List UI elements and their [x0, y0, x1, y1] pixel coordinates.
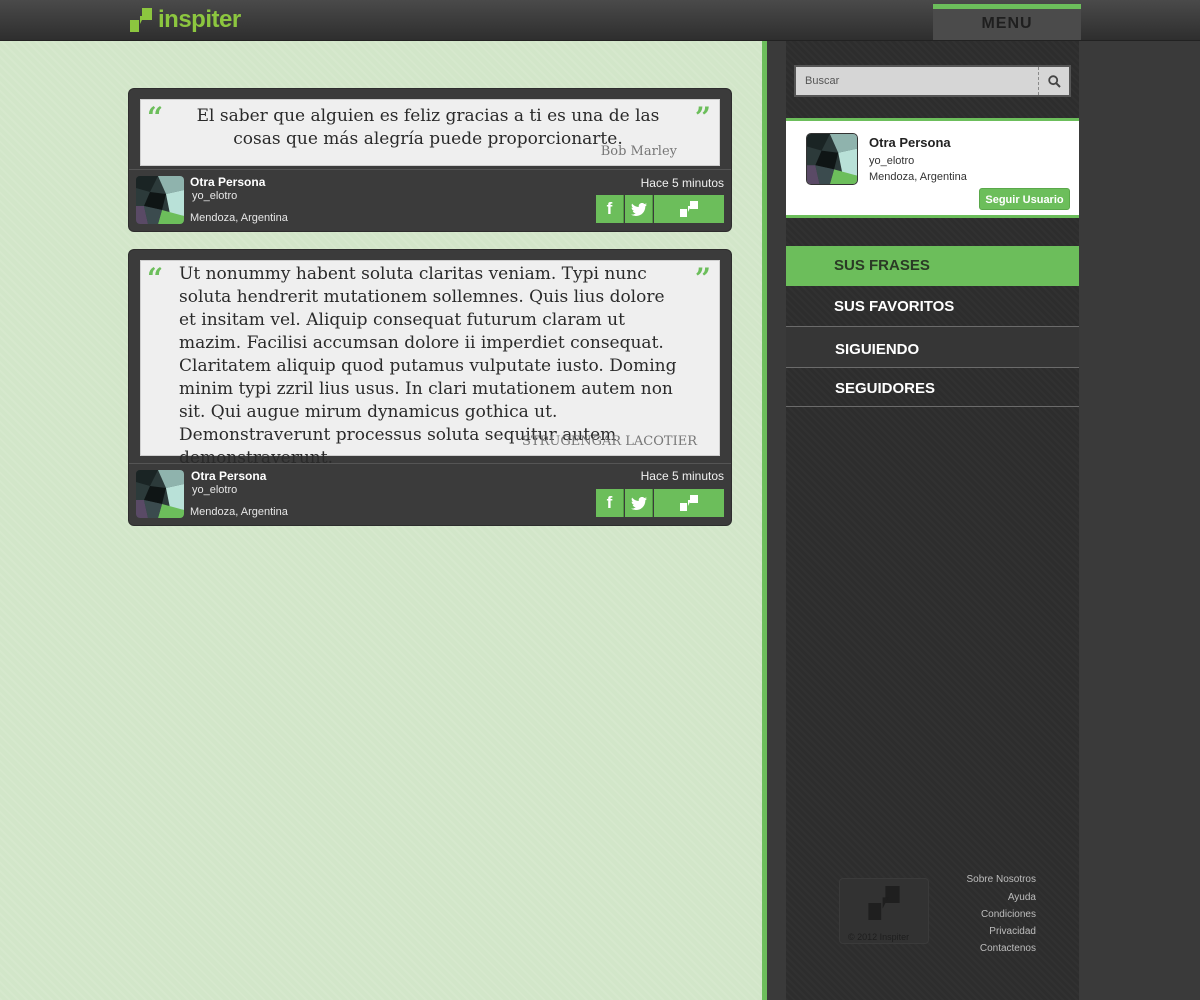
nav-item-siguiendo[interactable]: SIGUIENDO	[786, 327, 1079, 367]
open-quote-icon: “	[147, 101, 164, 134]
facebook-share-button[interactable]: f	[596, 489, 624, 517]
logo[interactable]: inspiter	[130, 6, 241, 34]
footer-link-condiciones[interactable]: Condiciones	[981, 909, 1036, 920]
follow-user-button[interactable]: Seguir Usuario	[979, 188, 1070, 210]
quote-card: “ ” Ut nonummy habent soluta claritas ve…	[129, 250, 731, 525]
nav-divider	[786, 406, 1079, 407]
facebook-share-button[interactable]: f	[596, 195, 624, 223]
twitter-icon	[630, 496, 647, 510]
open-quote-icon: “	[147, 262, 164, 295]
avatar-image	[807, 134, 857, 184]
nav-label: SUS FRASES	[834, 257, 930, 274]
profile-location: Mendoza, Argentina	[869, 171, 967, 183]
nav-item-sus-favoritos[interactable]: SUS FAVORITOS	[786, 286, 1079, 326]
twitter-icon	[630, 202, 647, 216]
card-divider	[129, 169, 731, 170]
inspiter-icon	[680, 495, 698, 511]
post-time: Hace 5 minutos	[640, 469, 724, 483]
profile-avatar[interactable]	[806, 133, 858, 185]
user-handle[interactable]: yo_elotro	[192, 484, 237, 496]
nav-item-seguidores[interactable]: SEGUIDORES	[786, 368, 1079, 406]
quote-author[interactable]: STRUGENGAR LACOTIER	[522, 434, 697, 449]
quote-box: “ ” El saber que alguien es feliz gracia…	[140, 99, 720, 166]
twitter-share-button[interactable]	[625, 489, 653, 517]
profile-handle: yo_elotro	[869, 155, 915, 167]
footer-link-ayuda[interactable]: Ayuda	[1008, 892, 1036, 903]
footer-link-sobre-nosotros[interactable]: Sobre Nosotros	[967, 874, 1036, 885]
user-location: Mendoza, Argentina	[190, 506, 288, 518]
user-handle[interactable]: yo_elotro	[192, 190, 237, 202]
search-icon	[1047, 74, 1061, 88]
footer-link-privacidad[interactable]: Privacidad	[989, 926, 1036, 937]
profile-card: Otra Persona yo_elotro Mendoza, Argentin…	[786, 118, 1079, 218]
user-name[interactable]: Otra Persona	[191, 469, 266, 483]
footer-link-contactenos[interactable]: Contactenos	[980, 943, 1036, 954]
profile-name: Otra Persona	[869, 135, 951, 150]
twitter-share-button[interactable]	[625, 195, 653, 223]
close-quote-icon: ”	[694, 262, 711, 295]
avatar[interactable]	[136, 176, 184, 224]
menu-button[interactable]: MENU	[933, 4, 1081, 40]
search-input[interactable]	[796, 67, 1041, 95]
top-bar: inspiter MENU	[0, 0, 1200, 41]
user-name[interactable]: Otra Persona	[190, 175, 265, 189]
avatar[interactable]	[136, 470, 184, 518]
nav-label: SEGUIDORES	[835, 380, 936, 397]
nav-item-sus-frases[interactable]: SUS FRASES	[786, 246, 1079, 286]
search-button[interactable]	[1038, 67, 1069, 95]
inspiter-share-button[interactable]	[654, 489, 724, 517]
search-bar	[794, 65, 1071, 97]
sidebar-right-gutter	[1079, 40, 1200, 1000]
copyright-text: © 2012 Inspiter	[848, 932, 910, 942]
logo-text: inspiter	[158, 6, 241, 33]
inspiter-logo-icon	[868, 886, 900, 920]
quote-author[interactable]: Bob Marley	[601, 144, 677, 159]
avatar-image	[136, 470, 184, 518]
sidebar-rail	[767, 40, 786, 1000]
post-time: Hace 5 minutos	[640, 176, 724, 190]
user-location: Mendoza, Argentina	[190, 212, 288, 224]
facebook-icon: f	[606, 493, 613, 512]
close-quote-icon: ”	[694, 101, 711, 134]
facebook-icon: f	[606, 199, 613, 218]
quote-box: “ ” Ut nonummy habent soluta claritas ve…	[140, 260, 720, 468]
avatar-image	[136, 176, 184, 224]
quote-card: “ ” El saber que alguien es feliz gracia…	[129, 89, 731, 231]
inspiter-icon	[680, 201, 698, 217]
inspiter-logo-icon	[130, 8, 152, 32]
inspiter-share-button[interactable]	[654, 195, 724, 223]
nav-label: SUS FAVORITOS	[834, 298, 955, 315]
card-divider	[129, 463, 731, 464]
nav-label: SIGUIENDO	[835, 341, 920, 358]
